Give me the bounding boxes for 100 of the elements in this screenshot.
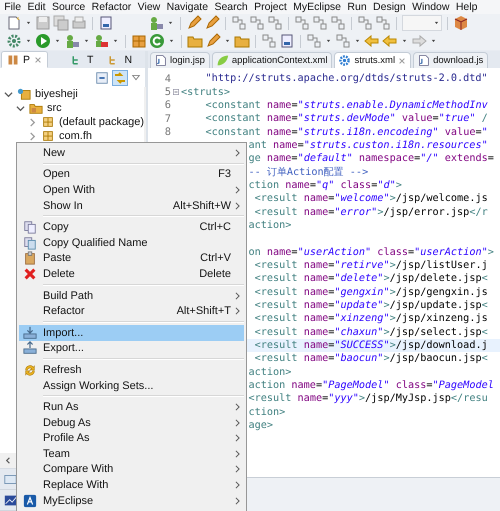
export-icon [23,341,37,356]
menu-item[interactable]: New [19,145,244,161]
view-menu-icon[interactable] [131,72,141,82]
scroll-left-icon[interactable] [4,456,13,465]
menu-item[interactable]: Replace With [19,477,244,493]
menu-item[interactable]: Profile As [19,430,244,446]
save-all-icon[interactable] [53,15,69,31]
grid-icon[interactable] [267,15,283,31]
view-tab[interactable]: N [102,51,138,68]
code-line: ant name="struts.custon.i18n.resources" [248,138,488,152]
line-number: 5 [164,86,171,98]
console-icon[interactable] [4,472,17,486]
tree-item[interactable]: (default package) [59,116,144,128]
menu-item[interactable]: Refactor Alt+Shift+T [19,303,244,319]
leaf-icon [216,54,229,67]
menu-bar-item[interactable]: Design [370,0,409,14]
menu-bar-item[interactable]: File [1,0,24,14]
menu-bar-item[interactable]: Help [452,0,481,14]
menu-item[interactable]: Assign Working Sets... [19,378,244,394]
code-line: <result name="baocun">/jsp/baocun.jsp< [254,352,488,366]
grid-icon[interactable] [312,15,328,31]
menu-bar-item[interactable]: MyEclipse [290,0,344,14]
tree-item[interactable]: biyesheji [35,88,78,100]
menu-bar-item[interactable]: Run [344,0,370,14]
back-arrow-icon[interactable] [364,33,380,49]
menu-bar-item[interactable]: Refactor [88,0,134,14]
menu-bar-item[interactable]: Edit [24,0,49,14]
menu-bar-item[interactable]: Project [250,0,290,14]
grid-icon[interactable] [335,33,351,49]
grid-icon[interactable] [375,15,391,31]
grid-icon[interactable] [330,15,346,31]
editor-tab[interactable]: login.jsp [150,52,210,68]
menu-bar-item[interactable]: Navigate [163,0,212,14]
code-line: <result name="chaxun">/jsp/select.jsp< [254,326,488,339]
menu-item[interactable]: Copy Qualified Name [19,234,244,251]
package-icon[interactable] [131,33,147,49]
code-line: on name="userAction" class="userAction"> [248,246,494,259]
file-icon [417,54,430,67]
menu-item[interactable]: Open F3 [19,166,244,182]
new-file-icon[interactable] [6,15,22,31]
menu-item[interactable]: Team [19,446,244,462]
back-arrow-icon[interactable] [382,33,398,49]
grid-icon[interactable] [357,15,373,31]
grid-icon[interactable] [231,15,247,31]
chart-icon[interactable] [4,494,17,506]
menu-bar-item[interactable]: Search [211,0,251,14]
class-icon[interactable] [149,33,165,49]
cube-icon[interactable] [453,15,469,31]
close-icon[interactable] [398,56,406,64]
tree-item[interactable]: src [47,102,62,114]
fold-icon[interactable] [173,89,179,96]
menu-item[interactable]: Refresh [19,362,244,378]
document-icon[interactable] [98,15,114,31]
menu-item[interactable]: Compare With [19,462,244,478]
code-line: action name="PageModel" class="PageModel [248,379,494,392]
grid-icon[interactable] [294,15,310,31]
menu-item[interactable]: Show In Alt+Shift+W [19,198,244,214]
view-tab[interactable]: T [65,51,100,68]
menu-item[interactable]: Export... [19,340,244,356]
menu-item[interactable]: Open With [19,182,244,198]
save-icon[interactable] [35,15,51,31]
close-icon[interactable] [34,56,42,64]
menu-bar-item[interactable]: Source [48,0,88,14]
code-line: <result name="update">/jsp/update.jsp< [254,299,488,312]
editor-tab[interactable]: applicationContext.xml [212,52,332,68]
delete-icon [23,266,37,281]
menu-item[interactable]: Debug As [19,414,244,430]
forward-arrow-icon[interactable] [411,33,427,49]
collapse-all-icon[interactable] [95,70,109,84]
print-icon[interactable] [71,15,87,31]
gear-icon[interactable] [6,33,22,49]
menu-item[interactable]: Build Path [19,288,244,304]
run-icon[interactable] [35,33,51,49]
copy-icon [23,236,37,250]
view-tab[interactable]: P [1,51,48,68]
tree-item[interactable]: com.fh [59,130,92,142]
code-line: -- 订单Action配置 --> [248,166,368,179]
document-icon[interactable] [279,33,295,49]
menu-item[interactable]: Copy Ctrl+C [19,219,244,235]
code-line: <result name="gengxin">/jsp/gengxin.js [254,286,488,299]
grid-icon[interactable] [306,33,322,49]
package-icon [41,115,55,129]
code-line: <result name="error">/jsp/error.jsp</r [254,206,488,219]
menu-item[interactable]: Paste Ctrl+V [19,250,244,266]
editor-tab[interactable]: download.js [413,52,488,68]
menu-item[interactable]: Delete Delete [19,266,244,282]
code-line: <result name="SUCCESS">/jsp/download.j [254,339,488,352]
menu-item[interactable]: Run As [19,399,244,415]
menu-item[interactable]: MyEclipse [19,492,244,508]
editor-tab[interactable]: struts.xml [334,52,412,68]
menu-bar-item[interactable]: Window [408,0,453,14]
project-icon [17,87,31,101]
menu-bar-item[interactable]: View [134,0,164,14]
menu-item[interactable]: Import... [19,324,244,341]
grid-icon[interactable] [261,33,277,49]
shortcut-text: Ctrl+V [200,252,231,264]
shortcut-text: Ctrl+C [200,221,231,234]
grid-icon[interactable] [249,15,265,31]
link-icon[interactable] [112,70,128,86]
code-line: <result name="xinzeng">/jsp/xinzeng.js [254,312,488,326]
